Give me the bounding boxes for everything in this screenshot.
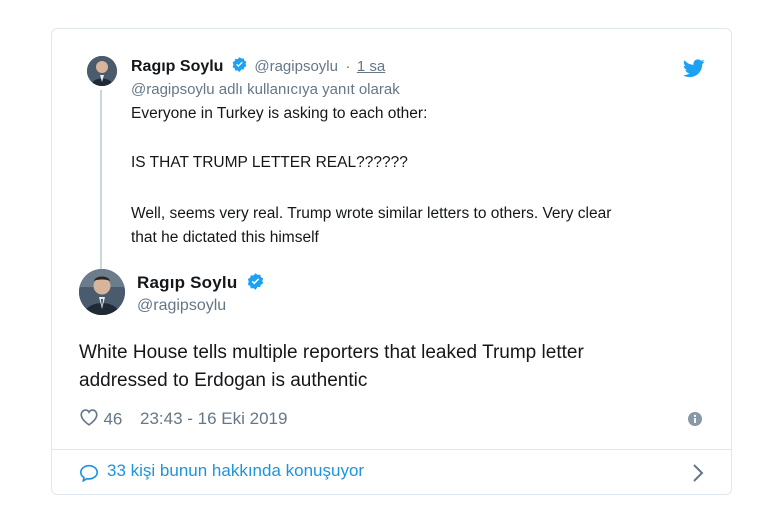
- main-author-name[interactable]: Ragıp Soylu: [137, 273, 237, 292]
- twitter-bird-icon[interactable]: [682, 59, 705, 83]
- verified-icon: [246, 272, 265, 296]
- reply-text-line-4: that he dictated this himself: [131, 229, 319, 246]
- reply-context: @ragipsoylu adlı kullanıcıya yanıt olara…: [131, 81, 400, 98]
- reply-separator: ·: [345, 58, 351, 76]
- reply-author-name[interactable]: Ragıp Soylu: [131, 58, 223, 75]
- heart-icon: [79, 408, 99, 431]
- info-icon[interactable]: [688, 412, 702, 431]
- reply-author-handle[interactable]: @ragipsoylu: [254, 58, 338, 75]
- main-text-line-2: addressed to Erdogan is authentic: [79, 370, 368, 391]
- thread-connector-line: [100, 90, 102, 288]
- reply-avatar[interactable]: [87, 56, 117, 86]
- reply-text-line-2: IS THAT TRUMP LETTER REAL??????: [131, 154, 408, 171]
- verified-icon: [231, 56, 248, 78]
- reply-text-line-1: Everyone in Turkey is asking to each oth…: [131, 105, 428, 122]
- conversation-link[interactable]: 33 kişi bunun hakkında konuşuyor: [79, 461, 704, 489]
- footer-divider: [52, 449, 731, 450]
- main-author-handle[interactable]: @ragipsoylu: [137, 297, 226, 315]
- like-button[interactable]: 46: [79, 408, 122, 431]
- reply-text-line-3: Well, seems very real. Trump wrote simil…: [131, 205, 612, 222]
- like-count: 46: [103, 409, 123, 429]
- main-avatar[interactable]: [79, 269, 125, 315]
- main-header: Ragıp Soylu: [137, 272, 265, 296]
- main-text-line-1: White House tells multiple reporters tha…: [79, 342, 584, 363]
- conversation-text: 33 kişi bunun hakkında konuşuyor: [107, 461, 365, 480]
- reply-timestamp[interactable]: 1 sa: [357, 58, 385, 75]
- embedded-tweet-card: Ragıp Soylu @ragipsoylu · 1 sa @ragipsoy…: [51, 28, 732, 495]
- tweet-timestamp[interactable]: 23:43 - 16 Eki 2019: [140, 409, 287, 429]
- speech-bubble-icon: [79, 464, 99, 487]
- reply-header: Ragıp Soylu @ragipsoylu · 1 sa: [131, 56, 385, 78]
- chevron-right-icon: [692, 463, 704, 488]
